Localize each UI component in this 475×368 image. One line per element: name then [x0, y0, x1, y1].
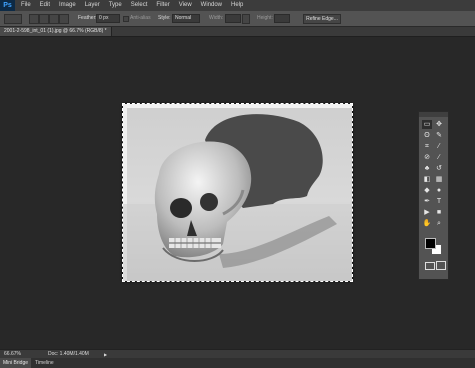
- menu-help[interactable]: Help: [231, 0, 243, 11]
- eyedropper-tool-icon[interactable]: ⁄: [434, 142, 444, 151]
- clone-stamp-tool-icon[interactable]: ♣: [422, 164, 432, 173]
- bottom-panel-tabs: Mini Bridge Timeline: [0, 358, 475, 368]
- options-bar: Feather: 0 px Anti-alias Style: Normal W…: [0, 11, 475, 27]
- brush-tool-icon[interactable]: ∕: [434, 153, 444, 162]
- new-selection-button[interactable]: [29, 14, 39, 24]
- status-arrow-icon[interactable]: ▶: [104, 352, 107, 357]
- marquee-tool-icon[interactable]: ▭: [422, 120, 432, 129]
- tab-timeline[interactable]: Timeline: [32, 358, 57, 368]
- feather-input[interactable]: 0 px: [96, 14, 120, 23]
- feather-label: Feather:: [78, 15, 97, 21]
- quick-mask-icon[interactable]: [425, 262, 435, 270]
- style-select[interactable]: Normal: [172, 14, 200, 23]
- antialias-label: Anti-alias: [130, 15, 151, 21]
- eraser-tool-icon[interactable]: ◧: [422, 175, 432, 184]
- refine-edge-button[interactable]: Refine Edge...: [303, 14, 341, 24]
- blur-tool-icon[interactable]: ◆: [422, 186, 432, 195]
- foreground-color-swatch[interactable]: [425, 238, 436, 249]
- hand-tool-icon[interactable]: ✋: [422, 219, 432, 228]
- tab-mini-bridge[interactable]: Mini Bridge: [0, 358, 32, 368]
- swap-dimensions-button[interactable]: [242, 14, 250, 24]
- crop-tool-icon[interactable]: ⌗: [422, 142, 432, 151]
- shape-tool-icon[interactable]: ■: [434, 208, 444, 217]
- zoom-tool-icon[interactable]: ⌕: [434, 219, 444, 228]
- move-tool-icon[interactable]: ✥: [434, 120, 444, 129]
- lasso-tool-icon[interactable]: ʘ: [422, 131, 432, 140]
- height-input[interactable]: [274, 14, 290, 23]
- document-tab[interactable]: 2001-2-598_int_01 (1).jpg @ 66.7% (RGB/8…: [0, 27, 112, 36]
- menu-layer[interactable]: Layer: [85, 0, 100, 11]
- menu-select[interactable]: Select: [131, 0, 148, 11]
- menu-filter[interactable]: Filter: [156, 0, 169, 11]
- style-label: Style:: [158, 15, 171, 21]
- tools-panel-header[interactable]: [419, 112, 448, 117]
- path-select-tool-icon[interactable]: ▶: [422, 208, 432, 217]
- dodge-tool-icon[interactable]: ●: [434, 186, 444, 195]
- menu-view[interactable]: View: [179, 0, 192, 11]
- selection-marquee: [122, 103, 353, 282]
- type-tool-icon[interactable]: T: [434, 197, 444, 206]
- tool-preset-picker[interactable]: [4, 14, 22, 24]
- intersect-selection-button[interactable]: [59, 14, 69, 24]
- menu-edit[interactable]: Edit: [40, 0, 50, 11]
- quick-select-tool-icon[interactable]: ✎: [434, 131, 444, 140]
- antialias-checkbox[interactable]: [123, 16, 129, 22]
- width-input[interactable]: [225, 14, 241, 23]
- history-brush-tool-icon[interactable]: ↺: [434, 164, 444, 173]
- subtract-selection-button[interactable]: [49, 14, 59, 24]
- add-selection-button[interactable]: [39, 14, 49, 24]
- width-label: Width:: [209, 15, 224, 21]
- menu-file[interactable]: File: [21, 0, 31, 11]
- healing-tool-icon[interactable]: ⊘: [422, 153, 432, 162]
- menu-image[interactable]: Image: [59, 0, 76, 11]
- menu-bar: Ps File Edit Image Layer Type Select Fil…: [0, 0, 475, 11]
- menu-window[interactable]: Window: [201, 0, 222, 11]
- photoshop-logo-icon: Ps: [0, 0, 15, 11]
- height-label: Height:: [257, 15, 273, 21]
- gradient-tool-icon[interactable]: ▦: [434, 175, 444, 184]
- pen-tool-icon[interactable]: ✒: [422, 197, 432, 206]
- screen-mode-icon[interactable]: [436, 261, 446, 270]
- menu-type[interactable]: Type: [109, 0, 122, 11]
